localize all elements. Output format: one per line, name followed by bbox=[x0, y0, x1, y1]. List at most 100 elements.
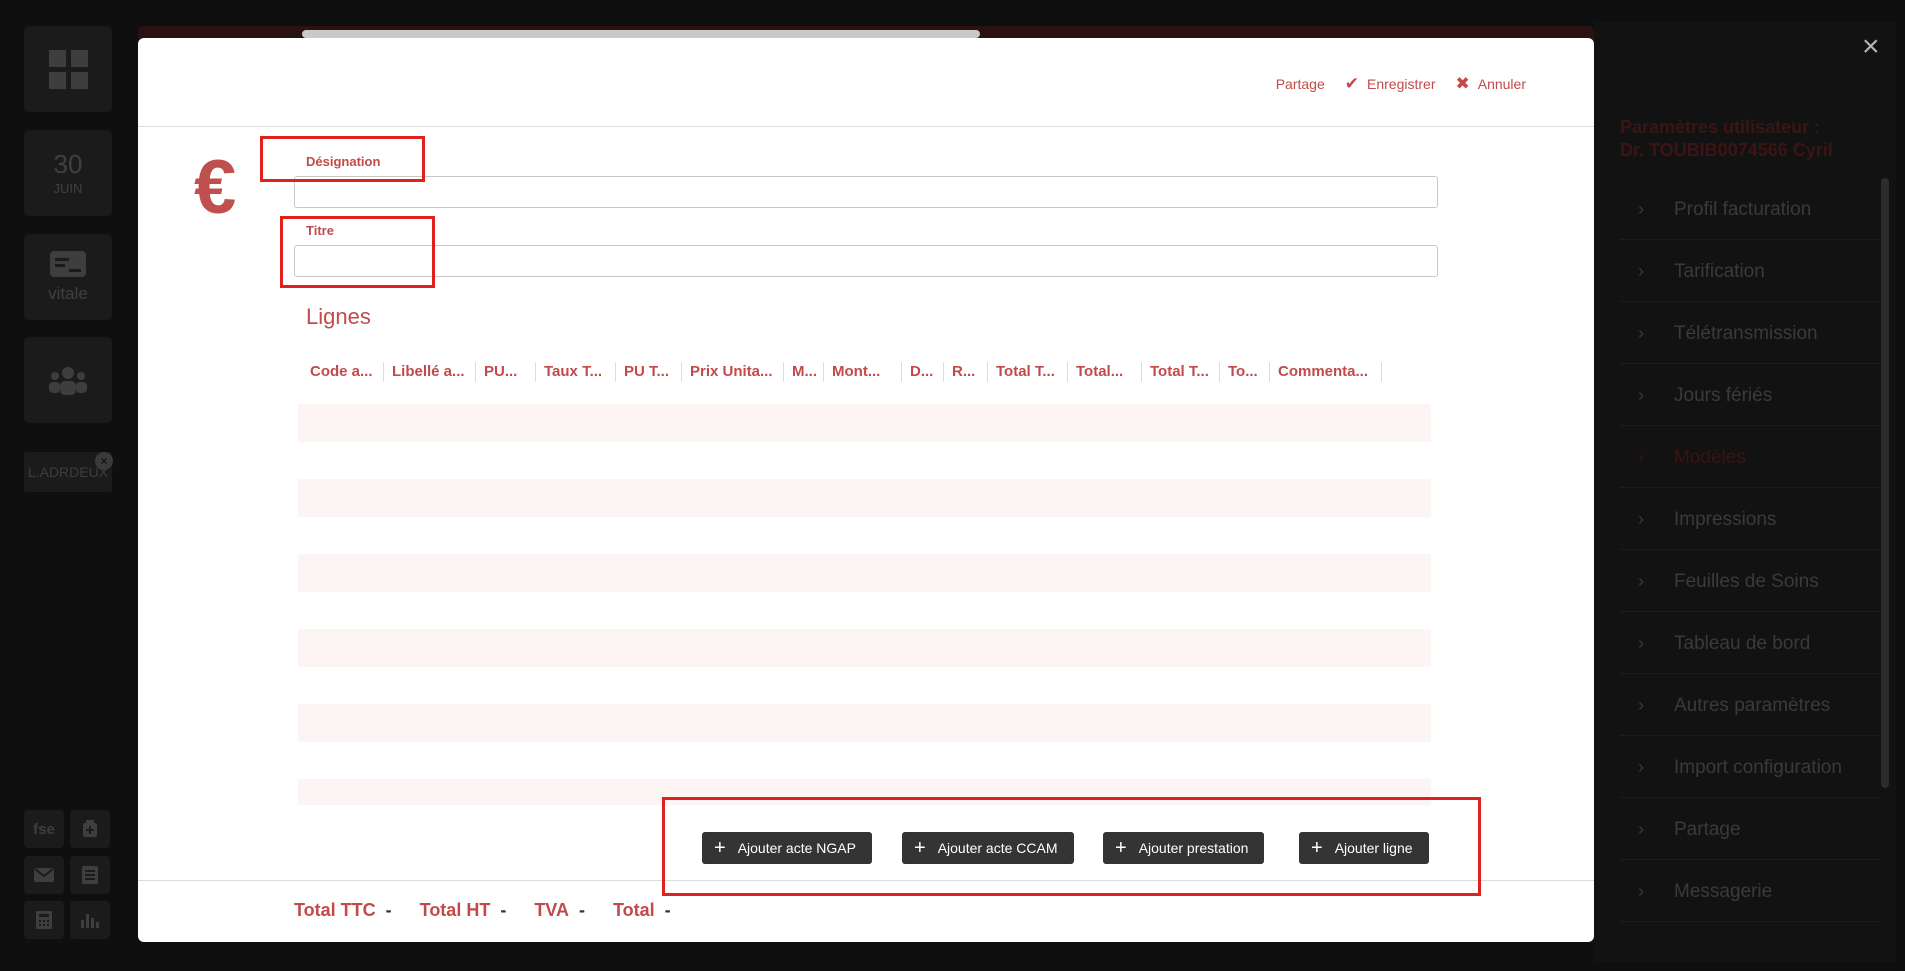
annuler-link[interactable]: Annuler bbox=[1478, 76, 1526, 92]
settings-item-tarification[interactable]: › Tarification bbox=[1620, 242, 1880, 302]
chevron-right-icon: › bbox=[1638, 695, 1644, 715]
settings-item-label: Messagerie bbox=[1674, 880, 1773, 902]
settings-item-profil-facturation[interactable]: › Profil facturation bbox=[1620, 180, 1880, 240]
settings-item-partage[interactable]: › Partage bbox=[1620, 800, 1880, 860]
bar-chart-icon bbox=[81, 914, 99, 928]
dashboard-tile[interactable] bbox=[24, 26, 112, 112]
highlight-box-designation bbox=[260, 136, 425, 182]
settings-item-label: Tarification bbox=[1674, 260, 1765, 282]
column-header[interactable]: Total T... bbox=[1142, 362, 1220, 382]
settings-item-messagerie[interactable]: › Messagerie bbox=[1620, 862, 1880, 922]
fse-label: fse bbox=[33, 820, 55, 838]
settings-item-label: Impressions bbox=[1674, 508, 1777, 530]
chevron-right-icon: › bbox=[1638, 757, 1644, 777]
chevron-right-icon: › bbox=[1638, 323, 1644, 343]
settings-panel-title: Paramètres utilisateur : Dr. TOUBIB00745… bbox=[1620, 116, 1833, 162]
modal-scrollbar[interactable] bbox=[302, 30, 980, 38]
total-ht-label: Total HT bbox=[419, 900, 491, 920]
settings-title-line2: Dr. TOUBIB0074566 Cyril bbox=[1620, 140, 1833, 160]
settings-item-feuilles-de-soins[interactable]: › Feuilles de Soins bbox=[1620, 552, 1880, 612]
settings-item-jours-feries[interactable]: › Jours fériés bbox=[1620, 366, 1880, 426]
column-header[interactable]: R... bbox=[944, 362, 988, 382]
modal-actions: Partage ✔ Enregistrer ✖ Annuler bbox=[1276, 74, 1526, 94]
settings-scrollbar[interactable] bbox=[1881, 178, 1889, 788]
mail-button[interactable] bbox=[24, 856, 64, 894]
settings-item-label: Modèles bbox=[1674, 446, 1746, 468]
tva-label: TVA bbox=[534, 900, 569, 920]
table-row[interactable] bbox=[298, 704, 1431, 742]
card-icon bbox=[50, 251, 86, 277]
date-day: 30 bbox=[53, 148, 83, 179]
settings-item-label: Feuilles de Soins bbox=[1674, 570, 1819, 592]
calculator-icon bbox=[36, 911, 52, 929]
list-button[interactable] bbox=[70, 856, 110, 894]
header-divider bbox=[138, 126, 1594, 127]
settings-item-label: Partage bbox=[1674, 818, 1741, 840]
settings-item-label: Télétransmission bbox=[1674, 322, 1818, 344]
close-icon[interactable]: × bbox=[1862, 30, 1880, 64]
euro-icon: € bbox=[194, 145, 237, 230]
settings-item-tableau-de-bord[interactable]: › Tableau de bord bbox=[1620, 614, 1880, 674]
column-header[interactable]: PU... bbox=[476, 362, 536, 382]
settings-item-impressions[interactable]: › Impressions bbox=[1620, 490, 1880, 550]
column-header[interactable]: M... bbox=[784, 362, 824, 382]
enregistrer-link[interactable]: Enregistrer bbox=[1367, 76, 1435, 92]
table-row[interactable] bbox=[298, 479, 1431, 517]
column-header[interactable]: Total T... bbox=[988, 362, 1068, 382]
settings-item-label: Import configuration bbox=[1674, 756, 1842, 778]
mail-icon bbox=[34, 868, 54, 882]
chevron-right-icon: › bbox=[1638, 819, 1644, 839]
chevron-right-icon: › bbox=[1638, 199, 1644, 219]
settings-item-label: Profil facturation bbox=[1674, 198, 1812, 220]
stats-button[interactable] bbox=[70, 901, 110, 939]
tva: TVA - bbox=[534, 900, 585, 921]
chevron-right-icon: › bbox=[1638, 571, 1644, 591]
settings-item-label: Jours fériés bbox=[1674, 384, 1773, 406]
designation-input[interactable] bbox=[294, 176, 1438, 208]
settings-title-line1: Paramètres utilisateur : bbox=[1620, 117, 1821, 137]
column-header[interactable]: Prix Unita... bbox=[682, 362, 784, 382]
table-row[interactable] bbox=[298, 629, 1431, 667]
column-header[interactable]: PU T... bbox=[616, 362, 682, 382]
settings-item-modeles[interactable]: › Modèles bbox=[1620, 428, 1880, 488]
fse-button[interactable]: fse bbox=[24, 810, 64, 848]
table-row[interactable] bbox=[298, 554, 1431, 592]
column-header[interactable]: Taux T... bbox=[536, 362, 616, 382]
titre-input[interactable] bbox=[294, 245, 1438, 277]
table-row[interactable] bbox=[298, 404, 1431, 442]
settings-item-autres-parametres[interactable]: › Autres paramètres bbox=[1620, 676, 1880, 736]
column-header[interactable]: Mont... bbox=[824, 362, 902, 382]
cross-icon: ✖ bbox=[1455, 74, 1470, 93]
document-add-icon bbox=[83, 820, 97, 837]
total-label: Total bbox=[612, 900, 655, 920]
column-header[interactable]: Commenta... bbox=[1270, 362, 1382, 382]
date-tile[interactable]: 30 JUIN bbox=[24, 130, 112, 216]
lines-table-header: Code a... Libellé a... PU... Taux T... P… bbox=[302, 362, 1382, 390]
chevron-right-icon: › bbox=[1638, 633, 1644, 653]
export-button[interactable] bbox=[70, 810, 110, 848]
totals-bar: Total TTC - Total HT - TVA - Total - bbox=[294, 900, 671, 921]
chevron-right-icon: › bbox=[1638, 447, 1644, 467]
close-icon[interactable]: × bbox=[95, 452, 113, 470]
lignes-title: Lignes bbox=[306, 304, 371, 329]
column-header[interactable]: To... bbox=[1220, 362, 1270, 382]
highlight-box-buttons bbox=[662, 797, 1481, 896]
partage-link[interactable]: Partage bbox=[1276, 76, 1325, 92]
settings-item-import-configuration[interactable]: › Import configuration bbox=[1620, 738, 1880, 798]
total-ttc-label: Total TTC bbox=[294, 900, 376, 920]
settings-item-teletransmission[interactable]: › Télétransmission bbox=[1620, 304, 1880, 364]
column-header[interactable]: Libellé a... bbox=[384, 362, 476, 382]
settings-item-label: Tableau de bord bbox=[1674, 632, 1811, 654]
column-header[interactable]: Total... bbox=[1068, 362, 1142, 382]
total-value: - bbox=[664, 900, 671, 920]
column-header[interactable]: Code a... bbox=[302, 362, 384, 382]
settings-item-label: Autres paramètres bbox=[1674, 694, 1831, 716]
document-list-icon bbox=[82, 866, 98, 884]
patients-tile[interactable] bbox=[24, 337, 112, 423]
chevron-right-icon: › bbox=[1638, 261, 1644, 281]
calculator-button[interactable] bbox=[24, 901, 64, 939]
vitale-label: vitale bbox=[48, 284, 88, 303]
column-header[interactable]: D... bbox=[902, 362, 944, 382]
vitale-tile[interactable]: vitale bbox=[24, 234, 112, 320]
total-ht: Total HT - bbox=[420, 900, 507, 921]
